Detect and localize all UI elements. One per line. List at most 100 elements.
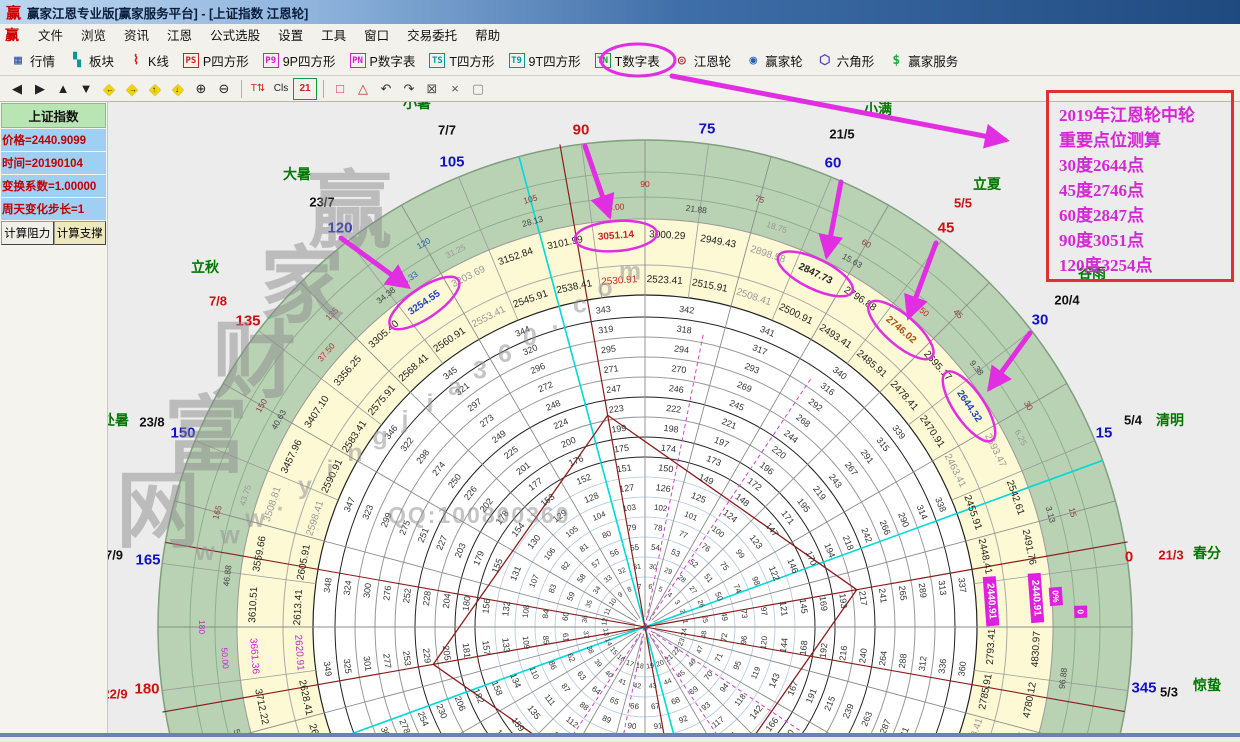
toolbar-button[interactable]: PNP数字表 <box>344 47 422 74</box>
toolbar-button[interactable]: ⌇K线 <box>122 47 175 74</box>
toolbar-button[interactable]: ⬡六角形 <box>811 47 881 74</box>
toolbar-button[interactable]: ▦行情 <box>4 47 61 74</box>
P数字表-icon: PN <box>350 53 366 68</box>
menu-item[interactable]: 江恩 <box>158 23 201 46</box>
tool-button[interactable]: × <box>444 79 466 99</box>
wheel-label: 55 <box>630 543 641 553</box>
outer-degree-label: 0 <box>1125 549 1133 566</box>
wheel-label: 25.00 <box>603 201 625 213</box>
赢家轮-icon: ◉ <box>745 53 761 68</box>
solar-term-label: 处暑 <box>108 412 129 428</box>
wheel-label: 150 <box>658 462 674 474</box>
outer-degree-label: 345 <box>1131 680 1156 697</box>
solar-term-label: 立夏 <box>973 176 1002 192</box>
wheel-label: 360 <box>956 661 968 677</box>
wheel-label: 42 <box>633 683 642 691</box>
tool-button[interactable]: ◆↑ <box>144 79 166 99</box>
toolbar-button[interactable]: TST四方形 <box>423 47 500 74</box>
date-label: 5/4 <box>1124 413 1143 428</box>
toolbar-separator <box>323 80 324 98</box>
calc-support-button[interactable]: 计算支撑 <box>54 221 107 245</box>
wheel-label: 73 <box>739 609 749 620</box>
tool-button[interactable]: ◆↓ <box>167 79 189 99</box>
date-label: 21/3 <box>1158 548 1183 563</box>
annotation-line: 45度2746点 <box>1059 178 1231 203</box>
wheel-label: 43 <box>649 682 658 690</box>
wheel-label: 67 <box>650 701 661 711</box>
menu-item[interactable]: 资讯 <box>115 23 158 46</box>
toolbar-button[interactable]: PSP四方形 <box>177 47 255 74</box>
wheel-label: 102 <box>653 503 668 514</box>
toolbar-button[interactable]: ◉赢家轮 <box>739 47 809 74</box>
menu-item[interactable]: 工具 <box>312 23 355 46</box>
solar-term-label: 清明 <box>1156 412 1184 428</box>
tool-button[interactable]: ▼ <box>75 79 97 99</box>
wheel-label: 343 <box>595 304 611 316</box>
tool-button[interactable]: ⊕ <box>190 79 212 99</box>
tool-button[interactable]: ⊖ <box>213 79 235 99</box>
wheel-label: 12 <box>601 617 609 626</box>
tool-button[interactable]: △ <box>352 79 374 99</box>
wheel-label: 241 <box>877 588 889 604</box>
main-toolbar: ▦行情▚板块⌇K线PSP四方形P99P四方形PNP数字表TST四方形T99T四方… <box>0 45 1240 76</box>
wheel-label: 205 <box>441 645 453 661</box>
menu-item[interactable]: 设置 <box>269 23 312 46</box>
tool-button[interactable]: ↷ <box>398 79 420 99</box>
menu-item[interactable]: 帮助 <box>466 23 509 46</box>
tool-button[interactable]: ◀ <box>6 79 28 99</box>
toolbar-button[interactable]: P99P四方形 <box>257 47 342 74</box>
toolbar-button[interactable]: $ 赢家服务 <box>882 47 964 74</box>
wheel-label: 2523.41 <box>646 274 683 287</box>
menu-item[interactable]: 交易委托 <box>398 23 466 46</box>
wheel-label: 294 <box>673 343 689 355</box>
toolbar-button[interactable]: TNT数字表 <box>589 47 666 74</box>
annotation-box: 2019年江恩轮中轮 重要点位测算 30度2644点 45度2746点 60度2… <box>1046 90 1234 282</box>
wheel-label: 270 <box>671 363 687 375</box>
tool-button[interactable]: 21 <box>293 78 317 100</box>
app-logo-icon: 赢 <box>6 2 21 23</box>
tool-button[interactable]: ◆← <box>98 79 120 99</box>
tool-button[interactable]: ▲ <box>52 79 74 99</box>
toolbar-button-label: 赢家服务 <box>908 51 958 70</box>
menu-item[interactable]: 公式选股 <box>201 23 269 46</box>
menu-item[interactable]: 文件 <box>29 23 72 46</box>
tool-button[interactable]: ↶ <box>375 79 397 99</box>
watermark-site: i <box>427 390 434 418</box>
wheel-label: 295 <box>600 343 616 355</box>
watermark-site: w <box>219 522 240 550</box>
K线-icon: ⌇ <box>128 53 144 68</box>
六角形-icon: ⬡ <box>817 53 833 68</box>
date-label: 7/7 <box>438 123 456 138</box>
step-field: 周天变化步长=1 <box>1 198 106 220</box>
calc-resistance-button[interactable]: 计算阻力 <box>1 221 54 245</box>
annotation-line: 30度2644点 <box>1059 153 1231 178</box>
wheel-label: 336 <box>936 658 948 674</box>
tool-button[interactable]: T⇅ <box>247 79 269 99</box>
watermark-site: c <box>573 291 587 319</box>
wheel-label: 151 <box>616 462 632 474</box>
wheel-label: 223 <box>608 403 624 415</box>
toolbar-button-label: 江恩轮 <box>694 51 732 70</box>
tool-button[interactable]: ▢ <box>467 79 489 99</box>
date-label: 7/8 <box>209 294 227 309</box>
wheel-label: 276 <box>381 585 393 601</box>
tool-button[interactable]: ▶ <box>29 79 51 99</box>
toolbar-button[interactable]: ▚板块 <box>63 47 120 74</box>
wheel-label: 50.00 <box>219 647 231 669</box>
wheel-label: 271 <box>603 363 619 375</box>
outer-degree-label: 30 <box>1032 312 1049 329</box>
tool-button[interactable]: ◆→ <box>121 79 143 99</box>
solar-term-label: 大暑 <box>283 166 311 182</box>
tool-button[interactable]: □ <box>329 79 351 99</box>
toolbar-button[interactable]: T99T四方形 <box>503 47 587 74</box>
wheel-label: 181 <box>461 642 473 658</box>
menu-item[interactable]: 浏览 <box>72 23 115 46</box>
赢家服务-icon: $ <box>888 53 904 68</box>
annotation-line: 90度3051点 <box>1059 228 1231 253</box>
outer-degree-label: 105 <box>439 154 464 171</box>
title-bar: 赢 赢家江恩专业版[赢家服务平台] - [上证指数 江恩轮] <box>0 0 1240 25</box>
toolbar-button[interactable]: ◎江恩轮 <box>668 47 738 74</box>
tool-button[interactable]: ⊠ <box>421 79 443 99</box>
menu-item[interactable]: 窗口 <box>355 23 398 46</box>
tool-button[interactable]: Cls <box>270 79 292 99</box>
